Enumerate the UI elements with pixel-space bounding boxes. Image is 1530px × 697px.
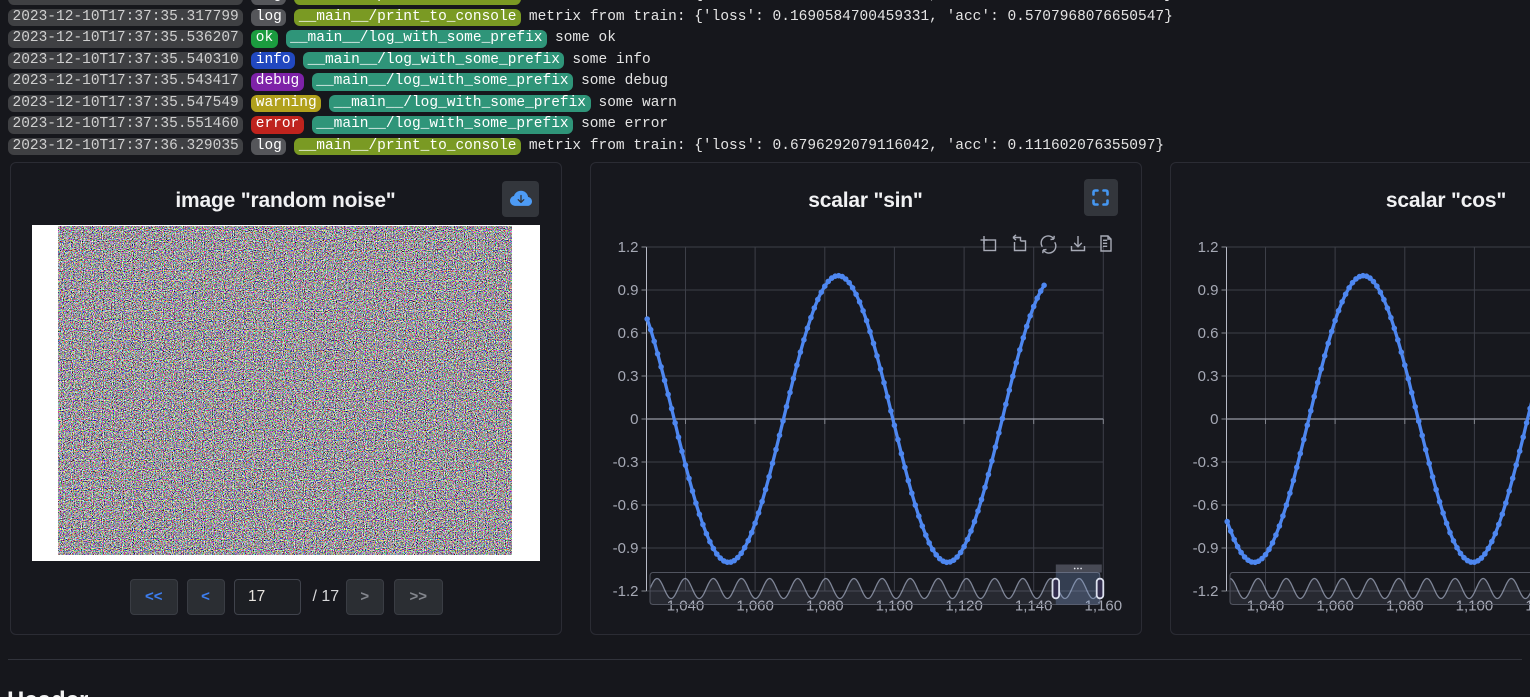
svg-text:0.3: 0.3 xyxy=(617,368,638,385)
svg-text:-0.6: -0.6 xyxy=(1193,497,1219,514)
svg-text:-0.6: -0.6 xyxy=(612,497,638,514)
svg-text:-0.3: -0.3 xyxy=(1193,454,1219,471)
svg-text:1.2: 1.2 xyxy=(1198,239,1219,256)
svg-text:-1.2: -1.2 xyxy=(612,583,638,600)
svg-text:0.6: 0.6 xyxy=(617,325,638,342)
svg-text:-0.3: -0.3 xyxy=(612,454,638,471)
svg-text:0.9: 0.9 xyxy=(617,282,638,299)
svg-text:1.2: 1.2 xyxy=(617,239,638,256)
svg-text:0.3: 0.3 xyxy=(1198,368,1219,385)
svg-text:-1.2: -1.2 xyxy=(1193,583,1219,600)
svg-text:0: 0 xyxy=(630,411,638,428)
svg-text:0.9: 0.9 xyxy=(1198,282,1219,299)
svg-text:-0.9: -0.9 xyxy=(612,540,638,557)
svg-text:-0.9: -0.9 xyxy=(1193,540,1219,557)
svg-text:0.6: 0.6 xyxy=(1198,325,1219,342)
svg-text:0: 0 xyxy=(1210,411,1218,428)
